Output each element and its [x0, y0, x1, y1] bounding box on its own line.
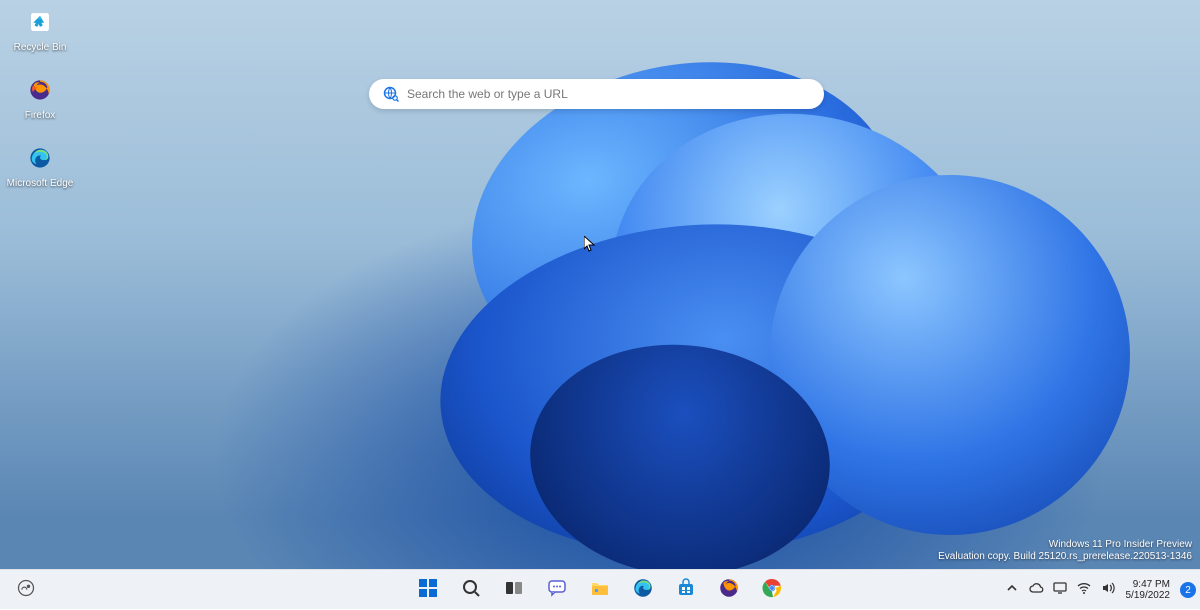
chrome-button[interactable]	[752, 570, 792, 610]
globe-search-icon	[383, 86, 399, 102]
watermark-line-1: Windows 11 Pro Insider Preview	[938, 539, 1192, 551]
firefox-icon	[719, 578, 739, 603]
cloud-icon	[1028, 580, 1044, 601]
search-icon	[461, 578, 481, 603]
start-button[interactable]	[408, 570, 448, 610]
notifications-badge[interactable]: 2	[1180, 582, 1196, 598]
wallpaper-bloom	[350, 55, 1200, 575]
folder-icon	[590, 578, 610, 603]
desktop-icon-label: Recycle Bin	[14, 42, 67, 53]
weather-icon	[16, 578, 36, 603]
tray-network[interactable]	[1072, 570, 1096, 610]
recycle-bin-icon	[22, 4, 58, 40]
desktop[interactable]: Recycle Bin Firefox Microsoft Edge Windo…	[0, 0, 1200, 609]
edge-icon	[633, 578, 653, 603]
edge-icon	[22, 140, 58, 176]
build-watermark: Windows 11 Pro Insider Preview Evaluatio…	[938, 539, 1192, 563]
volume-icon	[1100, 580, 1116, 601]
chat-button[interactable]	[537, 570, 577, 610]
file-explorer-button[interactable]	[580, 570, 620, 610]
tray-vm[interactable]	[1048, 570, 1072, 610]
cursor-icon	[584, 236, 596, 254]
tray-overflow[interactable]	[1000, 570, 1024, 610]
store-icon	[676, 578, 696, 603]
chrome-icon	[762, 578, 782, 603]
firefox-button[interactable]	[709, 570, 749, 610]
desktop-icon-label: Microsoft Edge	[7, 178, 74, 189]
task-view-button[interactable]	[494, 570, 534, 610]
desktop-search-box[interactable]	[369, 79, 824, 109]
chevron-up-icon	[1005, 581, 1019, 600]
tray-onedrive[interactable]	[1024, 570, 1048, 610]
desktop-icon-edge[interactable]: Microsoft Edge	[4, 138, 76, 202]
tray-volume[interactable]	[1096, 570, 1120, 610]
clock-date: 5/19/2022	[1126, 590, 1171, 601]
desktop-icon-label: Firefox	[25, 110, 56, 121]
taskbar: 9:47 PM 5/19/2022 2	[0, 569, 1200, 609]
clock-time: 9:47 PM	[1126, 579, 1171, 590]
desktop-icon-recycle-bin[interactable]: Recycle Bin	[4, 2, 76, 66]
store-button[interactable]	[666, 570, 706, 610]
weather-widget[interactable]	[6, 570, 46, 610]
taskbar-clock[interactable]: 9:47 PM 5/19/2022	[1120, 579, 1177, 601]
search-button[interactable]	[451, 570, 491, 610]
watermark-line-2: Evaluation copy. Build 25120.rs_prerelea…	[938, 551, 1192, 563]
desktop-search-input[interactable]	[407, 87, 810, 101]
windows-logo-icon	[418, 578, 438, 603]
firefox-icon	[22, 72, 58, 108]
desktop-icon-firefox[interactable]: Firefox	[4, 70, 76, 134]
chat-icon	[547, 578, 567, 603]
monitor-icon	[1052, 580, 1068, 601]
edge-button[interactable]	[623, 570, 663, 610]
wifi-icon	[1076, 580, 1092, 601]
task-view-icon	[504, 578, 524, 603]
